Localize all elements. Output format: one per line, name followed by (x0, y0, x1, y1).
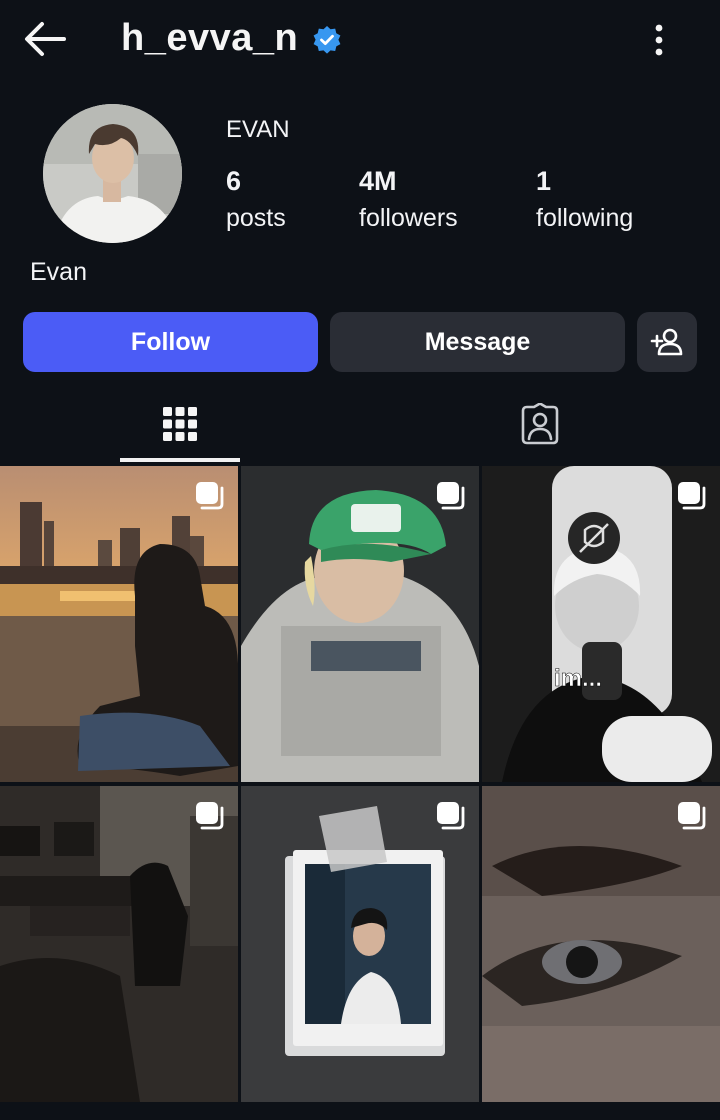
post-thumbnail[interactable] (482, 786, 720, 1102)
following-label: following (536, 204, 634, 232)
posts-label: posts (226, 204, 286, 232)
profile-username: h_evva_n (121, 17, 299, 59)
followers-stat[interactable]: 4M followers (359, 164, 458, 236)
bio-name: Evan (30, 258, 87, 286)
suggested-users-button[interactable] (637, 312, 697, 372)
tagged-person-icon (521, 403, 559, 445)
vertical-ellipsis-icon (655, 24, 663, 56)
post-thumbnail[interactable] (0, 786, 238, 1102)
post-thumbnail[interactable] (0, 466, 238, 782)
carousel-icon (196, 482, 224, 510)
post-photo: im... (482, 466, 720, 782)
post-photo (0, 466, 238, 782)
arrow-left-icon (25, 22, 66, 56)
post-photo (241, 466, 479, 782)
tab-grid[interactable] (120, 388, 240, 460)
post-thumbnail[interactable] (241, 786, 479, 1102)
following-stat[interactable]: 1 following (536, 164, 633, 236)
posts-grid: im... (0, 466, 720, 1106)
post-photo (241, 786, 479, 1102)
profile-tabs (0, 388, 720, 464)
post-thumbnail[interactable] (241, 466, 479, 782)
posts-stat[interactable]: 6 posts (226, 164, 286, 236)
followers-count: 4M (359, 166, 397, 196)
post-photo (0, 786, 238, 1102)
tab-tagged[interactable] (480, 388, 600, 460)
carousel-icon (437, 802, 465, 830)
posts-count: 6 (226, 166, 242, 196)
carousel-icon (196, 802, 224, 830)
profile-display-name: EVAN (226, 116, 290, 143)
post-photo (482, 786, 720, 1102)
profile-avatar[interactable] (43, 104, 182, 243)
carousel-icon (678, 802, 706, 830)
carousel-icon (437, 482, 465, 510)
top-bar: h_evva_n (0, 0, 720, 78)
avatar-photo (43, 104, 182, 243)
post-thumbnail[interactable]: im... (482, 466, 720, 782)
message-button[interactable]: Message (330, 312, 625, 372)
back-button[interactable] (20, 18, 70, 60)
grid-icon (163, 407, 197, 441)
story-overlay-text: im... (554, 665, 602, 692)
following-count: 1 (536, 166, 552, 196)
person-add-icon (650, 328, 683, 356)
followers-label: followers (359, 204, 458, 232)
verified-badge-icon (313, 26, 341, 54)
follow-button[interactable]: Follow (23, 312, 318, 372)
more-options-button[interactable] (646, 20, 672, 60)
carousel-icon (678, 482, 706, 510)
active-tab-indicator (120, 458, 240, 462)
